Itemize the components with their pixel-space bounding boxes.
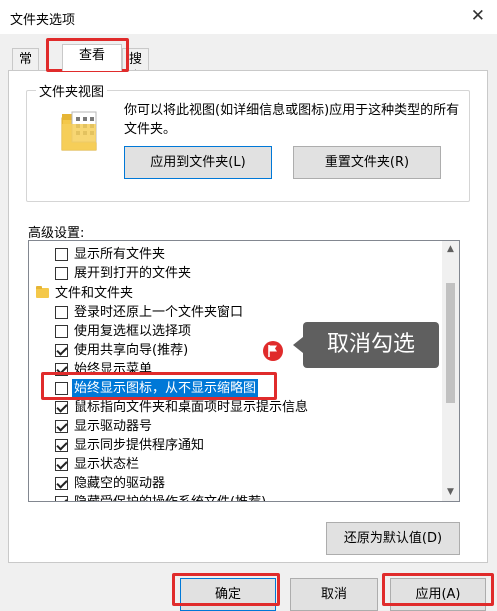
tab-view[interactable]: 查看 [62,44,122,71]
list-item-label: 显示状态栏 [74,457,140,472]
list-item[interactable]: 隐藏受保护的操作系统文件(推荐) [29,493,442,501]
advanced-settings-list[interactable]: 显示所有文件夹 展开到打开的文件夹 文件和文件夹 登录时还原上一个文件夹窗口 使… [28,240,460,502]
checkbox[interactable] [55,401,68,414]
list-item-label: 使用复选框以选择项 [74,324,192,339]
list-item[interactable]: 显示驱动器号 [29,417,442,436]
checkbox[interactable] [55,496,68,501]
list-item-label: 显示驱动器号 [74,419,153,434]
scroll-down-icon[interactable]: ▼ [442,484,459,501]
checkbox[interactable] [55,382,68,395]
list-item[interactable]: 显示状态栏 [29,455,442,474]
scroll-thumb[interactable] [446,283,455,403]
checkbox[interactable] [55,363,68,376]
window-title: 文件夹选项 [10,13,76,28]
tree-group-files-and-folders: 文件和文件夹 [29,284,442,303]
callout-arrow [293,337,303,353]
checkbox[interactable] [55,420,68,433]
callout-label: 取消勾选 [303,322,439,368]
tree-group-label: 文件和文件夹 [55,286,134,301]
apply-to-folders-button[interactable]: 应用到文件夹(L) [124,146,272,179]
folder-view-icon [61,111,97,151]
list-item[interactable]: 显示同步提供程序通知 [29,436,442,455]
list-item[interactable]: 登录时还原上一个文件夹窗口 [29,303,442,322]
restore-defaults-button[interactable]: 还原为默认值(D) [326,522,460,555]
list-item-label: 鼠标指向文件夹和桌面项时显示提示信息 [74,400,309,415]
list-scrollbar[interactable]: ▲ ▼ [442,241,459,501]
tab-search[interactable]: 搜索 [122,48,150,85]
list-item-label: 显示所有文件夹 [74,247,166,262]
close-icon[interactable]: ✕ [471,6,485,26]
folder-icon [36,286,49,298]
ok-button[interactable]: 确定 [180,578,276,611]
scroll-up-icon[interactable]: ▲ [442,241,459,258]
checkbox[interactable] [55,306,68,319]
list-item[interactable]: 隐藏空的驱动器 [29,474,442,493]
flag-icon [263,341,283,361]
list-item-label: 展开到打开的文件夹 [74,266,192,281]
folder-views-description: 你可以将此视图(如详细信息或图标)应用于这种类型的所有文件夹。 [124,103,460,137]
list-item[interactable]: 显示所有文件夹 [29,245,442,264]
list-item-label: 登录时还原上一个文件夹窗口 [74,305,244,320]
list-item[interactable]: 展开到打开的文件夹 [29,264,442,283]
title-bar: 文件夹选项 ✕ [0,0,497,34]
tab-general[interactable]: 常规 [12,48,40,85]
apply-button[interactable]: 应用(A) [390,578,486,611]
reset-folders-button[interactable]: 重置文件夹(R) [293,146,441,179]
checkbox[interactable] [55,325,68,338]
list-item-label: 显示同步提供程序通知 [74,438,205,453]
advanced-settings-label: 高级设置: [28,226,85,241]
folder-views-legend: 文件夹视图 [36,81,108,100]
list-item-label: 隐藏受保护的操作系统文件(推荐) [74,493,266,501]
checkbox[interactable] [55,439,68,452]
checkbox[interactable] [55,458,68,471]
checkbox[interactable] [55,248,68,261]
checkbox[interactable] [55,344,68,357]
list-item-label: 使用共享向导(推荐) [74,343,189,358]
list-item[interactable]: 鼠标指向文件夹和桌面项时显示提示信息 [29,398,442,417]
list-item-label: 始终显示图标，从不显示缩略图 [72,379,259,398]
checkbox[interactable] [55,477,68,490]
checkbox[interactable] [55,267,68,280]
list-item-selected[interactable]: 始终显示图标，从不显示缩略图 [29,379,442,398]
list-item-label: 始终显示菜单 [74,362,153,377]
list-item-label: 隐藏空的驱动器 [74,476,166,491]
cancel-button[interactable]: 取消 [290,578,378,611]
